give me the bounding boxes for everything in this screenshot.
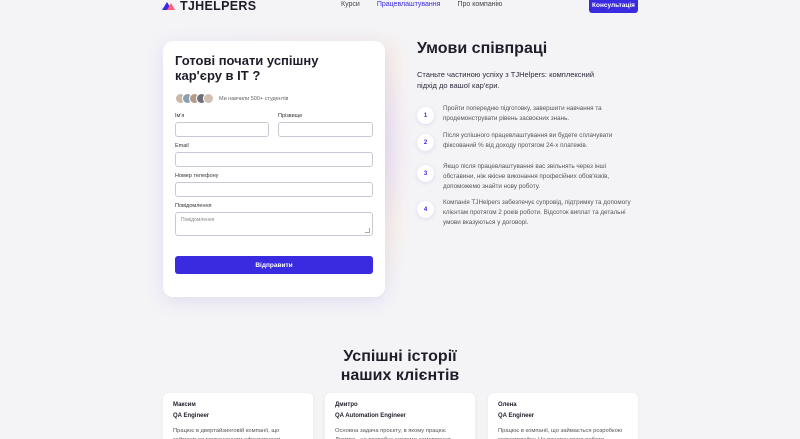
terms-step: 1 Пройти попередню підготовку, завершити… bbox=[417, 105, 637, 124]
email-label: Email bbox=[175, 143, 189, 149]
story-card[interactable]: Дмитро QA Automation Engineer Основна за… bbox=[325, 393, 475, 439]
step-text: Після успішного працевлаштування ви буде… bbox=[443, 132, 613, 149]
application-form: Готові почати успішну кар'єру в IT ? Ми … bbox=[163, 41, 385, 297]
terms-step: 3 Якщо після працевлаштування вас звільн… bbox=[417, 163, 637, 192]
last-name-label: Прізвище bbox=[278, 113, 303, 119]
nav-item-employment[interactable]: Працевлаштування bbox=[377, 1, 441, 8]
step-number-badge: 2 bbox=[417, 134, 434, 151]
terms-subtitle: Станьте частиною успіху з TJHelpers: ком… bbox=[417, 70, 595, 90]
students-count-text: Ми навчили 500+ студентів bbox=[219, 95, 289, 102]
logo-text: TJHELPERS bbox=[180, 0, 257, 13]
story-text: Основна задача проєкту, в якому працює Д… bbox=[335, 428, 451, 439]
stories-title-line2: наших клієнтів bbox=[340, 367, 460, 384]
site-header: TJHELPERS Курси Працевлаштування Про ком… bbox=[0, 0, 800, 14]
avatar bbox=[203, 93, 214, 104]
story-card[interactable]: Максим QA Engineer Працює в двертайзинго… bbox=[163, 393, 313, 439]
story-role: QA Automation Engineer bbox=[335, 413, 406, 419]
step-text: Компанія TJHelpers забезпечує супровід, … bbox=[443, 199, 631, 226]
terms-title: Умови співпраці bbox=[417, 40, 548, 57]
main-nav: Курси Працевлаштування Про компанію bbox=[341, 1, 502, 8]
terms-step: 2 Після успішного працевлаштування ви бу… bbox=[417, 132, 637, 151]
story-text: Працює в компанії, що займається розробк… bbox=[498, 428, 623, 439]
stories-title: Успішні історії наших клієнтів bbox=[0, 347, 800, 385]
first-name-label: Ім'я bbox=[175, 113, 185, 119]
message-field[interactable]: Повідомлення bbox=[175, 212, 373, 236]
form-title: Готові почати успішну кар'єру в IT ? bbox=[175, 53, 319, 83]
nav-item-courses[interactable]: Курси bbox=[341, 1, 360, 8]
consultation-button[interactable]: Консультація bbox=[589, 0, 638, 13]
step-number-badge: 1 bbox=[417, 107, 434, 124]
story-role: QA Engineer bbox=[173, 413, 210, 419]
phone-label: Номер телефону bbox=[175, 173, 219, 179]
terms-step: 4 Компанія TJHelpers забезпечує супровід… bbox=[417, 199, 637, 228]
step-text: Якщо після працевлаштування вас звільнят… bbox=[443, 163, 610, 190]
logo-mark-icon bbox=[162, 1, 176, 11]
nav-item-about[interactable]: Про компанію bbox=[457, 1, 502, 8]
step-text: Пройти попередню підготовку, завершити н… bbox=[443, 105, 602, 122]
phone-field[interactable] bbox=[175, 182, 373, 197]
first-name-field[interactable] bbox=[175, 122, 269, 137]
story-name: Олена bbox=[498, 402, 517, 408]
message-label: Повідомлення bbox=[175, 203, 212, 209]
step-number-badge: 4 bbox=[417, 201, 434, 218]
student-avatars bbox=[175, 93, 214, 104]
step-number-badge: 3 bbox=[417, 165, 434, 182]
story-role: QA Engineer bbox=[498, 413, 535, 419]
last-name-field[interactable] bbox=[278, 122, 373, 137]
story-name: Максим bbox=[173, 402, 196, 408]
story-name: Дмитро bbox=[335, 402, 358, 408]
stories-title-line1: Успішні історії bbox=[343, 348, 457, 365]
logo[interactable]: TJHELPERS bbox=[162, 0, 256, 12]
submit-button[interactable]: Відправити bbox=[175, 256, 373, 274]
story-text: Працює в двертайзинговій компанії, що за… bbox=[173, 428, 280, 439]
students-row: Ми навчили 500+ студентів bbox=[175, 93, 373, 104]
email-field[interactable] bbox=[175, 152, 373, 167]
story-card[interactable]: Олена QA Engineer Працює в компанії, що … bbox=[488, 393, 638, 439]
